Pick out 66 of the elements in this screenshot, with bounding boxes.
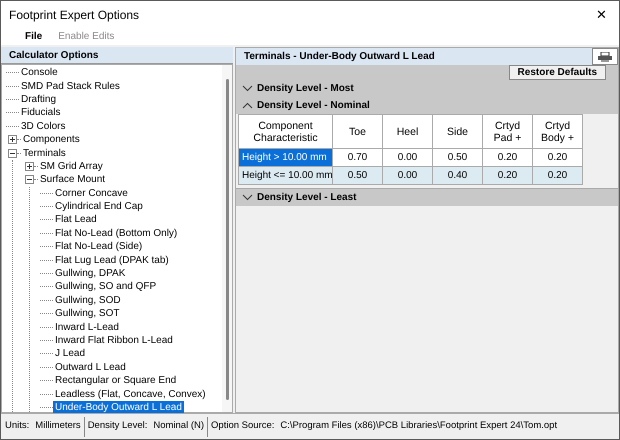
chevron-icon[interactable] <box>242 102 253 109</box>
panel-title: Terminals - Under-Body Outward L Lead <box>243 50 436 64</box>
tree-item[interactable]: Flat Lead <box>53 213 99 226</box>
tree-item[interactable]: Flat No-Lead (Bottom Only) <box>53 226 180 240</box>
status-value: C:\Program Files (x86)\PCB Libraries\Footprint Expert 24\Tom.opt <box>280 419 558 434</box>
table-cell[interactable]: 0.70 <box>333 149 383 167</box>
row-header[interactable]: Height <= 10.00 mm <box>239 167 333 185</box>
expand-toggle-icon[interactable] <box>25 162 34 171</box>
table-cell[interactable]: 0.20 <box>533 167 583 185</box>
tree-item[interactable]: Inward Flat Ribbon L-Lead <box>53 334 175 347</box>
restore-defaults-button[interactable]: Restore Defaults <box>508 65 606 80</box>
tree-item[interactable]: Inward L-Lead <box>53 320 121 334</box>
tree-item[interactable]: Corner Concave <box>53 186 130 200</box>
tree-item[interactable]: Gullwing, SOT <box>53 307 122 320</box>
tree-item[interactable]: SMD Pad Stack Rules <box>19 80 122 93</box>
expand-toggle-icon[interactable] <box>8 135 17 144</box>
table-cell[interactable]: 0.00 <box>383 167 433 185</box>
tree-item[interactable]: Flat No-Lead (Side) <box>53 240 144 254</box>
tree-item[interactable]: Leadless (Flat, Concave, Convex) <box>53 388 208 401</box>
tree-item[interactable]: Gullwing, SO and QFP <box>53 280 158 294</box>
panel-header: Calculator Options <box>1 47 233 64</box>
scrollbar[interactable] <box>222 65 232 412</box>
status-label: Density Level: <box>88 419 148 434</box>
table-cell[interactable]: 0.20 <box>483 167 533 185</box>
tree-item[interactable]: J Lead <box>53 347 88 360</box>
status-value: Millimeters <box>35 419 81 434</box>
tree-item[interactable]: Terminals <box>21 146 68 160</box>
tree-item[interactable]: 3D Colors <box>19 120 68 133</box>
table-cell[interactable]: 0.00 <box>383 149 433 167</box>
tree-item[interactable]: Drafting <box>19 92 58 106</box>
tree-item[interactable]: Fiducials <box>19 106 62 120</box>
status-label: Units: <box>5 419 30 434</box>
tree-item[interactable]: Rectangular or Square End <box>53 374 178 388</box>
table-cell[interactable]: 0.50 <box>433 149 483 167</box>
column-header[interactable]: Heel <box>383 115 433 149</box>
tree-item[interactable]: Surface Mount <box>38 173 108 186</box>
column-header[interactable]: Crtyd Body + <box>533 115 583 149</box>
expand-toggle-icon[interactable] <box>25 175 34 184</box>
table-cell[interactable]: 0.20 <box>483 149 533 167</box>
tree-item[interactable]: SM Grid Array <box>38 160 105 173</box>
tree-item[interactable]: Gullwing, SOD <box>53 294 123 307</box>
tree-item[interactable]: Flat Lug Lead (DPAK tab) <box>53 254 171 267</box>
tree-item[interactable]: Under-Body Outward L Lead <box>53 400 184 414</box>
expand-toggle-icon[interactable] <box>8 148 17 158</box>
tree-item[interactable]: Components <box>21 133 82 146</box>
column-header[interactable]: Crtyd Pad + <box>483 115 533 149</box>
tree-item[interactable]: Outward L Lead <box>53 360 128 374</box>
close-button[interactable]: ✕ <box>592 4 611 24</box>
status-value: Nominal (N) <box>153 419 204 434</box>
table-cell[interactable]: 0.40 <box>433 167 483 185</box>
printer-icon <box>597 52 613 62</box>
tree-item[interactable]: Gullwing, DPAK <box>53 267 128 280</box>
chevron-icon[interactable] <box>242 85 253 92</box>
tree-item[interactable]: Cylindrical End Cap <box>53 200 145 214</box>
column-header[interactable]: Component Characteristic <box>239 115 333 149</box>
column-header[interactable]: Toe <box>333 115 383 149</box>
column-header[interactable]: Side <box>433 115 483 149</box>
row-header[interactable]: Height > 10.00 mm <box>239 149 333 167</box>
chevron-icon[interactable] <box>242 194 253 201</box>
table-cell[interactable]: 0.50 <box>333 167 383 185</box>
print-button[interactable] <box>592 48 618 65</box>
window-title: Footprint Expert Options <box>9 6 140 24</box>
status-label: Option Source: <box>211 419 274 434</box>
menu-item[interactable]: File <box>25 29 42 44</box>
table-cell[interactable]: 0.20 <box>533 149 583 167</box>
tree-item[interactable]: Console <box>19 66 60 80</box>
